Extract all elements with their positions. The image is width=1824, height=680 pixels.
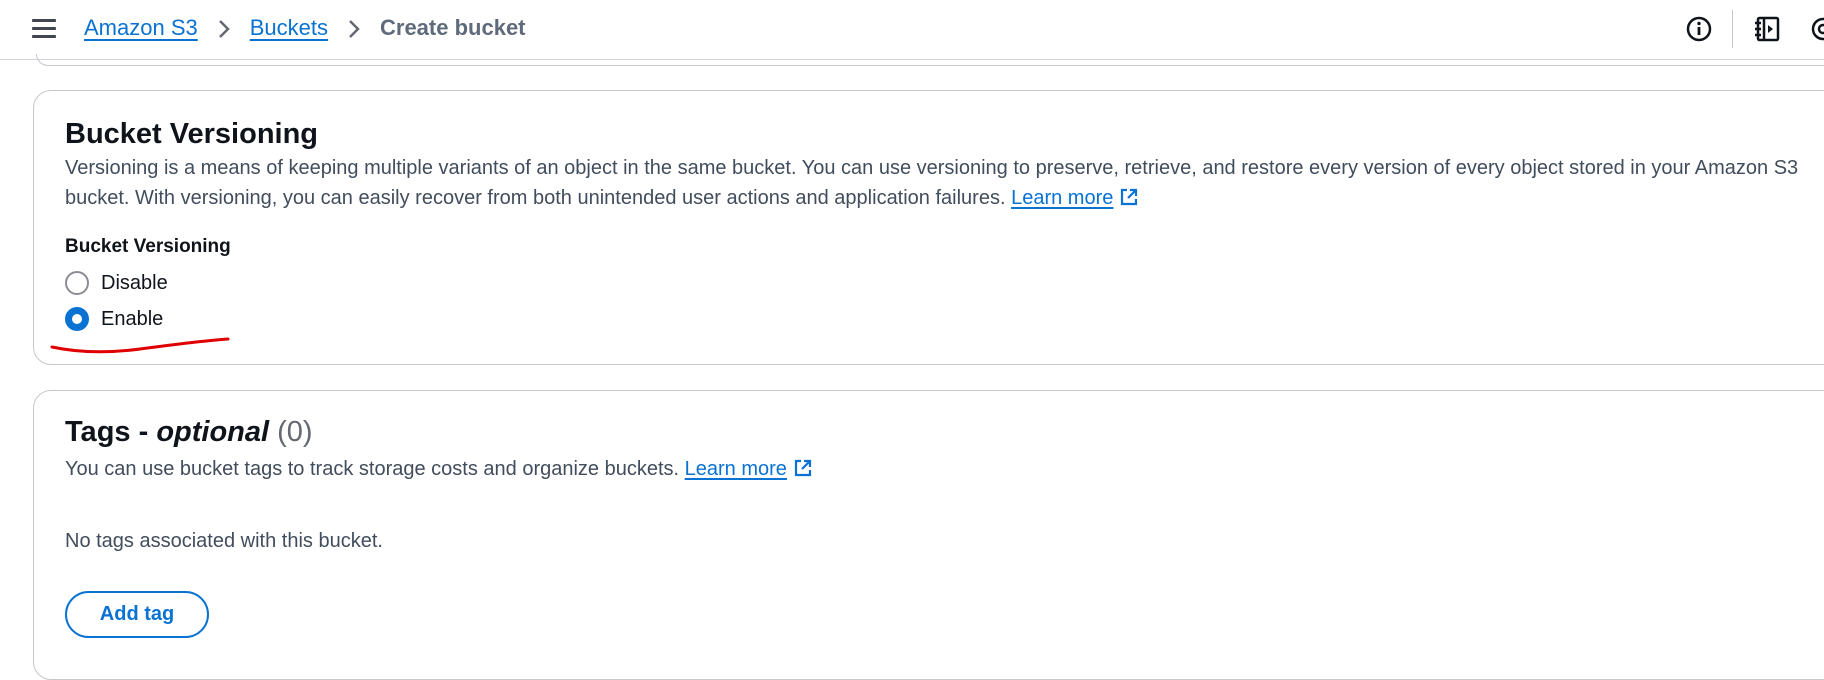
settings-icon[interactable] [1808,14,1824,44]
tag-count: (0) [277,416,313,448]
panel-description: Versioning is a means of keeping multipl… [65,153,1824,213]
breadcrumb: Amazon S3 Buckets Create bucket [84,14,526,42]
empty-state-text: No tags associated with this bucket. [65,530,383,552]
description-text: Versioning is a means of keeping multipl… [65,157,1799,209]
radio-disable[interactable]: Disable [65,271,168,295]
radio-label: Disable [101,271,168,294]
toolbar-divider [1732,10,1733,48]
description-text: You can use bucket tags to track storage… [65,458,680,480]
breadcrumb-buckets[interactable]: Buckets [250,14,328,42]
external-link-icon[interactable] [1119,187,1139,207]
radio-button-unchecked[interactable] [65,271,89,295]
learn-more-link[interactable]: Learn more [685,458,787,480]
external-link-icon[interactable] [793,458,813,478]
hamburger-menu-icon[interactable] [32,19,56,39]
chevron-right-icon [328,14,380,42]
panel-description: You can use bucket tags to track storage… [65,454,1824,484]
previous-panel-edge [36,54,1824,66]
optional-label: optional [156,416,270,448]
tags-title: Tags - [65,416,149,448]
red-underline-annotation [50,337,230,354]
radio-enable[interactable]: Enable [65,307,163,331]
versioning-field-label: Bucket Versioning [65,236,231,257]
breadcrumb-amazon-s3[interactable]: Amazon S3 [84,14,198,42]
learn-more-link[interactable]: Learn more [1011,187,1113,209]
add-tag-button[interactable]: Add tag [65,591,209,638]
chevron-right-icon [198,14,250,42]
radio-label: Enable [101,307,164,330]
bucket-versioning-panel: Bucket Versioning Versioning is a means … [33,90,1824,365]
info-icon[interactable] [1684,14,1714,44]
panel-title: Bucket Versioning [65,118,319,150]
radio-button-checked[interactable] [65,307,89,331]
top-navigation-bar: Amazon S3 Buckets Create bucket [0,0,1824,60]
tags-panel: Tags - optional (0) You can use bucket t… [33,390,1824,680]
side-panel-icon[interactable] [1753,14,1783,44]
panel-title: Tags - optional (0) [65,414,313,450]
breadcrumb-current-page: Create bucket [380,15,526,40]
